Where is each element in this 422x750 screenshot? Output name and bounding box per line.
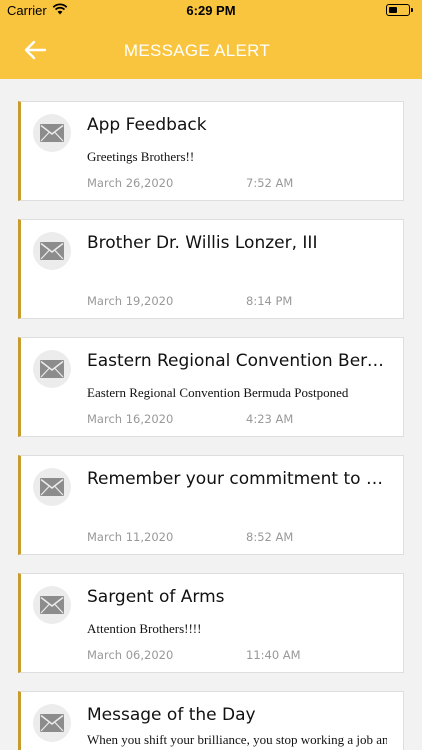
message-time: 7:52 AM (246, 176, 294, 190)
message-title: Eastern Regional Convention Bermu... (87, 351, 387, 371)
avatar (33, 468, 71, 506)
message-time: 8:14 PM (246, 294, 293, 308)
message-card[interactable]: App Feedback Greetings Brothers!! March … (18, 101, 404, 201)
message-card[interactable]: Sargent of Arms Attention Brothers!!!! M… (18, 573, 404, 673)
battery-icon (386, 4, 413, 16)
avatar (33, 232, 71, 270)
page-title: MESSAGE ALERT (123, 41, 271, 60)
envelope-icon (40, 478, 64, 496)
clock: 6:29 PM (186, 3, 236, 18)
message-card[interactable]: Remember your commitment to the... March… (18, 455, 404, 555)
message-date: March 11,2020 (87, 530, 174, 544)
message-body: Eastern Regional Convention Bermuda Post… (87, 385, 349, 400)
header-bar: MESSAGE ALERT (0, 22, 422, 79)
envelope-icon (40, 124, 64, 142)
avatar (33, 704, 71, 742)
message-time: 11:40 AM (246, 648, 301, 662)
message-body: Greetings Brothers!! (87, 149, 195, 164)
envelope-icon (40, 714, 64, 732)
message-card[interactable]: Brother Dr. Willis Lonzer, III March 19,… (18, 219, 404, 319)
message-card[interactable]: Eastern Regional Convention Bermu... Eas… (18, 337, 404, 437)
avatar (33, 586, 71, 624)
message-card[interactable]: Message of the Day When you shift your b… (18, 691, 404, 750)
message-date: March 06,2020 (87, 648, 174, 662)
message-title: Message of the Day (87, 705, 256, 725)
message-body: When you shift your brilliance, you stop… (87, 732, 387, 747)
envelope-icon (40, 242, 64, 260)
message-date: March 16,2020 (87, 412, 174, 426)
envelope-icon (40, 360, 64, 378)
envelope-icon (40, 596, 64, 614)
message-time: 8:52 AM (246, 530, 294, 544)
message-title: Remember your commitment to the... (87, 469, 387, 489)
message-title: Brother Dr. Willis Lonzer, III (87, 233, 318, 253)
avatar (33, 350, 71, 388)
message-title: Sargent of Arms (87, 587, 225, 607)
message-body: Attention Brothers!!!! (87, 621, 202, 636)
message-time: 4:23 AM (246, 412, 294, 426)
message-title: App Feedback (87, 115, 207, 135)
message-date: March 19,2020 (87, 294, 174, 308)
avatar (33, 114, 71, 152)
message-date: March 26,2020 (87, 176, 174, 190)
status-bar: Carrier 6:29 PM (0, 0, 422, 22)
